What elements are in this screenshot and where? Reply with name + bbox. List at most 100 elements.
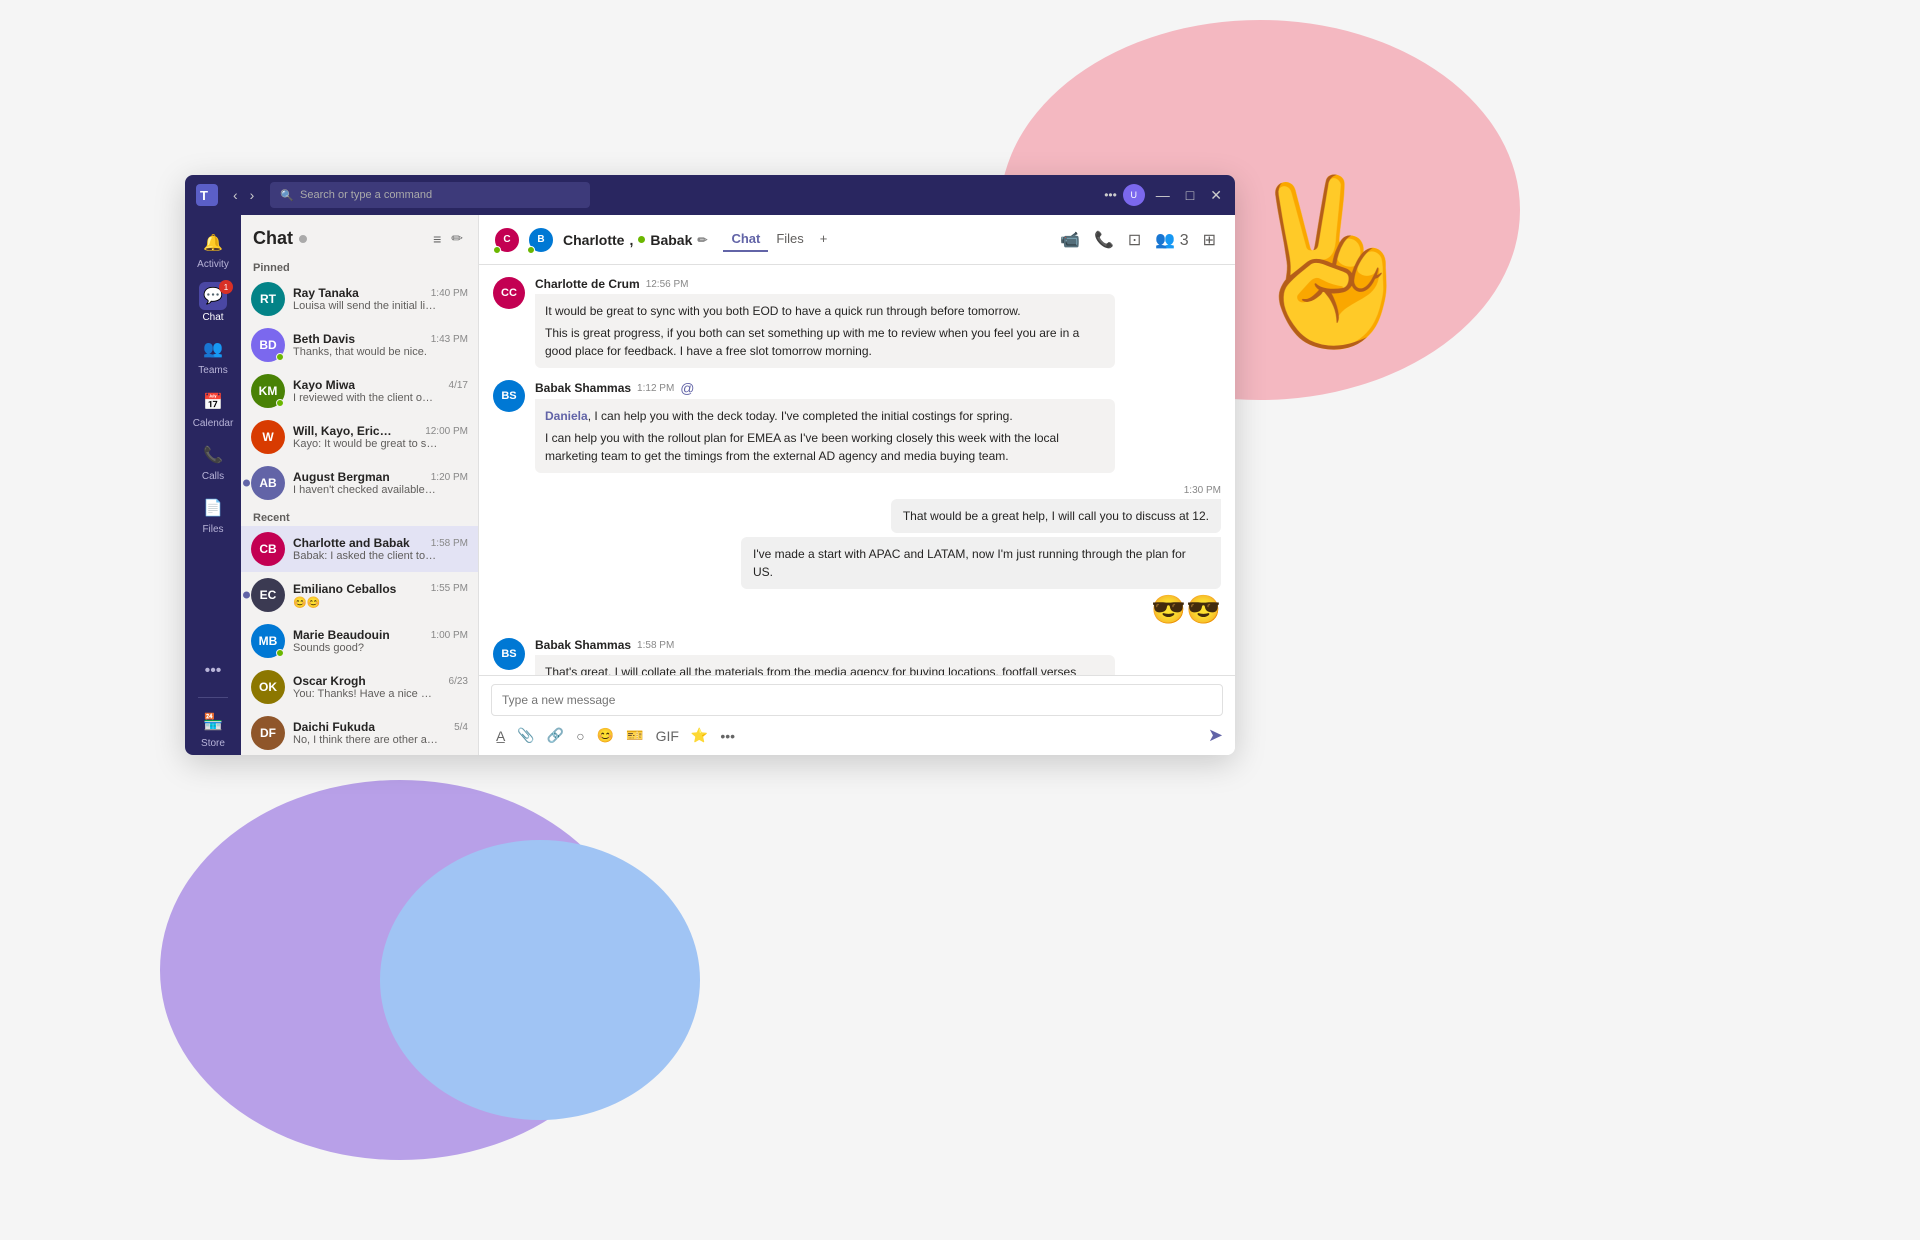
more-options-label[interactable]: ••• xyxy=(1104,188,1117,202)
chat-label: Chat xyxy=(202,312,223,323)
tab-add[interactable]: + xyxy=(812,227,836,252)
chat-name: Emiliano Ceballos xyxy=(293,582,396,596)
sidebar-item-calls[interactable]: 📞 Calls xyxy=(185,435,241,488)
msg-sender: Babak Shammas xyxy=(535,638,631,652)
message-input[interactable] xyxy=(491,684,1223,716)
chat-preview: 😊😊 xyxy=(293,596,438,609)
header-actions: 📹 📞 ⊡ 👥 3 ⊞ xyxy=(1055,227,1221,253)
sidebar-item-files[interactable]: 📄 Files xyxy=(185,488,241,541)
chat-name: August Bergman xyxy=(293,470,390,484)
chat-list-header: Chat ≡ ✏ xyxy=(241,215,478,256)
link-button[interactable]: 🔗 xyxy=(542,724,569,747)
minimize-button[interactable]: — xyxy=(1151,185,1175,205)
online-indicator xyxy=(527,246,535,254)
msg-content-2: Babak Shammas 1:12 PM @ Daniela, I can h… xyxy=(535,380,1115,473)
format-button[interactable]: A̲ xyxy=(491,725,510,747)
teams-icon: 👥 xyxy=(199,335,227,363)
compose-button[interactable]: ✏ xyxy=(448,227,466,250)
search-bar[interactable]: 🔍 Search or type a command xyxy=(270,182,590,208)
sidebar-item-more[interactable]: ••• xyxy=(185,651,241,693)
tab-chat[interactable]: Chat xyxy=(723,227,768,252)
msg-avatar-babak-2: BS xyxy=(493,638,525,670)
chat-time: 4/17 xyxy=(449,380,468,391)
msg-sender: Charlotte de Crum xyxy=(535,277,640,291)
chat-item-will-group[interactable]: W Will, Kayo, Eric, +2 12:00 PM Kayo: It… xyxy=(241,414,478,460)
sticker-button[interactable]: 🎫 xyxy=(621,724,648,747)
video-call-button[interactable]: 📹 xyxy=(1055,227,1085,253)
message-group-2: BS Babak Shammas 1:12 PM @ Daniela, I ca… xyxy=(493,380,1221,473)
chat-item-kayo-miwa[interactable]: KM Kayo Miwa 4/17 I reviewed with the cl… xyxy=(241,368,478,414)
attach-button[interactable]: 📎 xyxy=(512,724,539,747)
files-label: Files xyxy=(202,524,223,535)
activity-label: Activity xyxy=(197,259,229,270)
chat-preview: Sounds good? xyxy=(293,642,438,654)
chat-item-emiliano[interactable]: EC Emiliano Ceballos 1:55 PM 😊😊 xyxy=(241,572,478,618)
more-icon: ••• xyxy=(199,657,227,685)
store-icon: 🏪 xyxy=(199,708,227,736)
loop-button[interactable]: ○ xyxy=(571,725,589,747)
sidebar-item-teams[interactable]: 👥 Teams xyxy=(185,329,241,382)
tab-files[interactable]: Files xyxy=(768,227,811,252)
sidebar-item-activity[interactable]: 🔔 Activity xyxy=(185,223,241,276)
emoji-button[interactable]: 😊 xyxy=(592,724,619,747)
close-button[interactable]: ✕ xyxy=(1205,185,1227,206)
send-button[interactable]: ➤ xyxy=(1208,725,1223,746)
chat-status-dot xyxy=(299,235,307,243)
sidebar-item-calendar[interactable]: 📅 Calendar xyxy=(185,382,241,435)
msg-bubble-2: Daniela, I can help you with the deck to… xyxy=(535,399,1115,473)
msg-bubble-right-2: I've made a start with APAC and LATAM, n… xyxy=(741,537,1221,589)
nav-back-button[interactable]: ‹ xyxy=(229,185,242,205)
teams-window: T ‹ › 🔍 Search or type a command ••• U —… xyxy=(185,175,1235,755)
chat-item-marie[interactable]: MB Marie Beaudouin 1:00 PM Sounds good? xyxy=(241,618,478,664)
chat-info-will-group: Will, Kayo, Eric, +2 12:00 PM Kayo: It w… xyxy=(293,424,468,450)
gif-button[interactable]: GIF xyxy=(651,725,684,747)
calendar-icon: 📅 xyxy=(199,388,227,416)
chat-preview: No, I think there are other alternatives… xyxy=(293,734,438,746)
calls-icon: 📞 xyxy=(199,441,227,469)
chat-item-charlotte-babak[interactable]: CB Charlotte and Babak 1:58 PM Babak: I … xyxy=(241,526,478,572)
chat-info-daichi: Daichi Fukuda 5/4 No, I think there are … xyxy=(293,720,468,746)
chat-item-daichi[interactable]: DF Daichi Fukuda 5/4 No, I think there a… xyxy=(241,710,478,755)
chat-name: Will, Kayo, Eric, +2 xyxy=(293,424,393,438)
nav-forward-button[interactable]: › xyxy=(246,185,259,205)
chat-item-august-bergman[interactable]: AB August Bergman 1:20 PM I haven't chec… xyxy=(241,460,478,506)
online-dot xyxy=(276,353,284,361)
more-actions-button[interactable]: ⊞ xyxy=(1198,227,1221,253)
chat-info-kayo-miwa: Kayo Miwa 4/17 I reviewed with the clien… xyxy=(293,378,468,404)
sidebar-item-store[interactable]: 🏪 Store xyxy=(185,702,241,755)
praise-button[interactable]: ⭐ xyxy=(686,724,713,747)
teams-label: Teams xyxy=(198,365,227,376)
more-tools-button[interactable]: ••• xyxy=(715,725,740,747)
chat-preview: Kayo: It would be great to sync with... xyxy=(293,438,438,450)
title-bar: T ‹ › 🔍 Search or type a command ••• U —… xyxy=(185,175,1235,215)
title-bar-actions: ••• U — □ ✕ xyxy=(1104,184,1227,206)
teams-logo: T xyxy=(193,181,221,209)
message-input-area: A̲ 📎 🔗 ○ 😊 🎫 GIF ⭐ ••• ➤ xyxy=(479,675,1235,755)
calls-label: Calls xyxy=(202,471,224,482)
chat-info-beth-davis: Beth Davis 1:43 PM Thanks, that would be… xyxy=(293,332,468,358)
chat-preview: You: Thanks! Have a nice weekend xyxy=(293,688,438,700)
chat-header-names: Charlotte , Babak ✏ xyxy=(563,232,707,248)
pinned-section-label: Pinned xyxy=(241,256,478,276)
message-group-4: BS Babak Shammas 1:58 PM That's great. I… xyxy=(493,638,1221,675)
chat-item-beth-davis[interactable]: BD Beth Davis 1:43 PM Thanks, that would… xyxy=(241,322,478,368)
avatar-oscar: OK xyxy=(251,670,285,704)
emoji-reaction: 😎😎 xyxy=(1151,593,1221,626)
chat-info-marie: Marie Beaudouin 1:00 PM Sounds good? xyxy=(293,628,468,654)
participants-button[interactable]: 👥 3 xyxy=(1150,227,1193,253)
screen-share-button[interactable]: ⊡ xyxy=(1123,227,1146,253)
sidebar-item-chat[interactable]: 💬 1 Chat xyxy=(185,276,241,329)
chat-name: Kayo Miwa xyxy=(293,378,355,392)
msg-content-3: 1:30 PM That would be a great help, I wi… xyxy=(641,485,1221,626)
msg-meta-1: Charlotte de Crum 12:56 PM xyxy=(535,277,1115,291)
filter-button[interactable]: ≡ xyxy=(430,227,444,250)
chat-item-oscar[interactable]: OK Oscar Krogh 6/23 You: Thanks! Have a … xyxy=(241,664,478,710)
maximize-button[interactable]: □ xyxy=(1181,185,1199,205)
msg-text: It would be great to sync with you both … xyxy=(545,302,1105,320)
user-avatar[interactable]: U xyxy=(1123,184,1145,206)
edit-name-icon[interactable]: ✏ xyxy=(697,233,707,247)
chat-item-ray-tanaka[interactable]: RT Ray Tanaka 1:40 PM Louisa will send t… xyxy=(241,276,478,322)
audio-call-button[interactable]: 📞 xyxy=(1089,227,1119,253)
chat-list-actions: ≡ ✏ xyxy=(430,227,466,250)
mention-icon: @ xyxy=(680,380,694,396)
